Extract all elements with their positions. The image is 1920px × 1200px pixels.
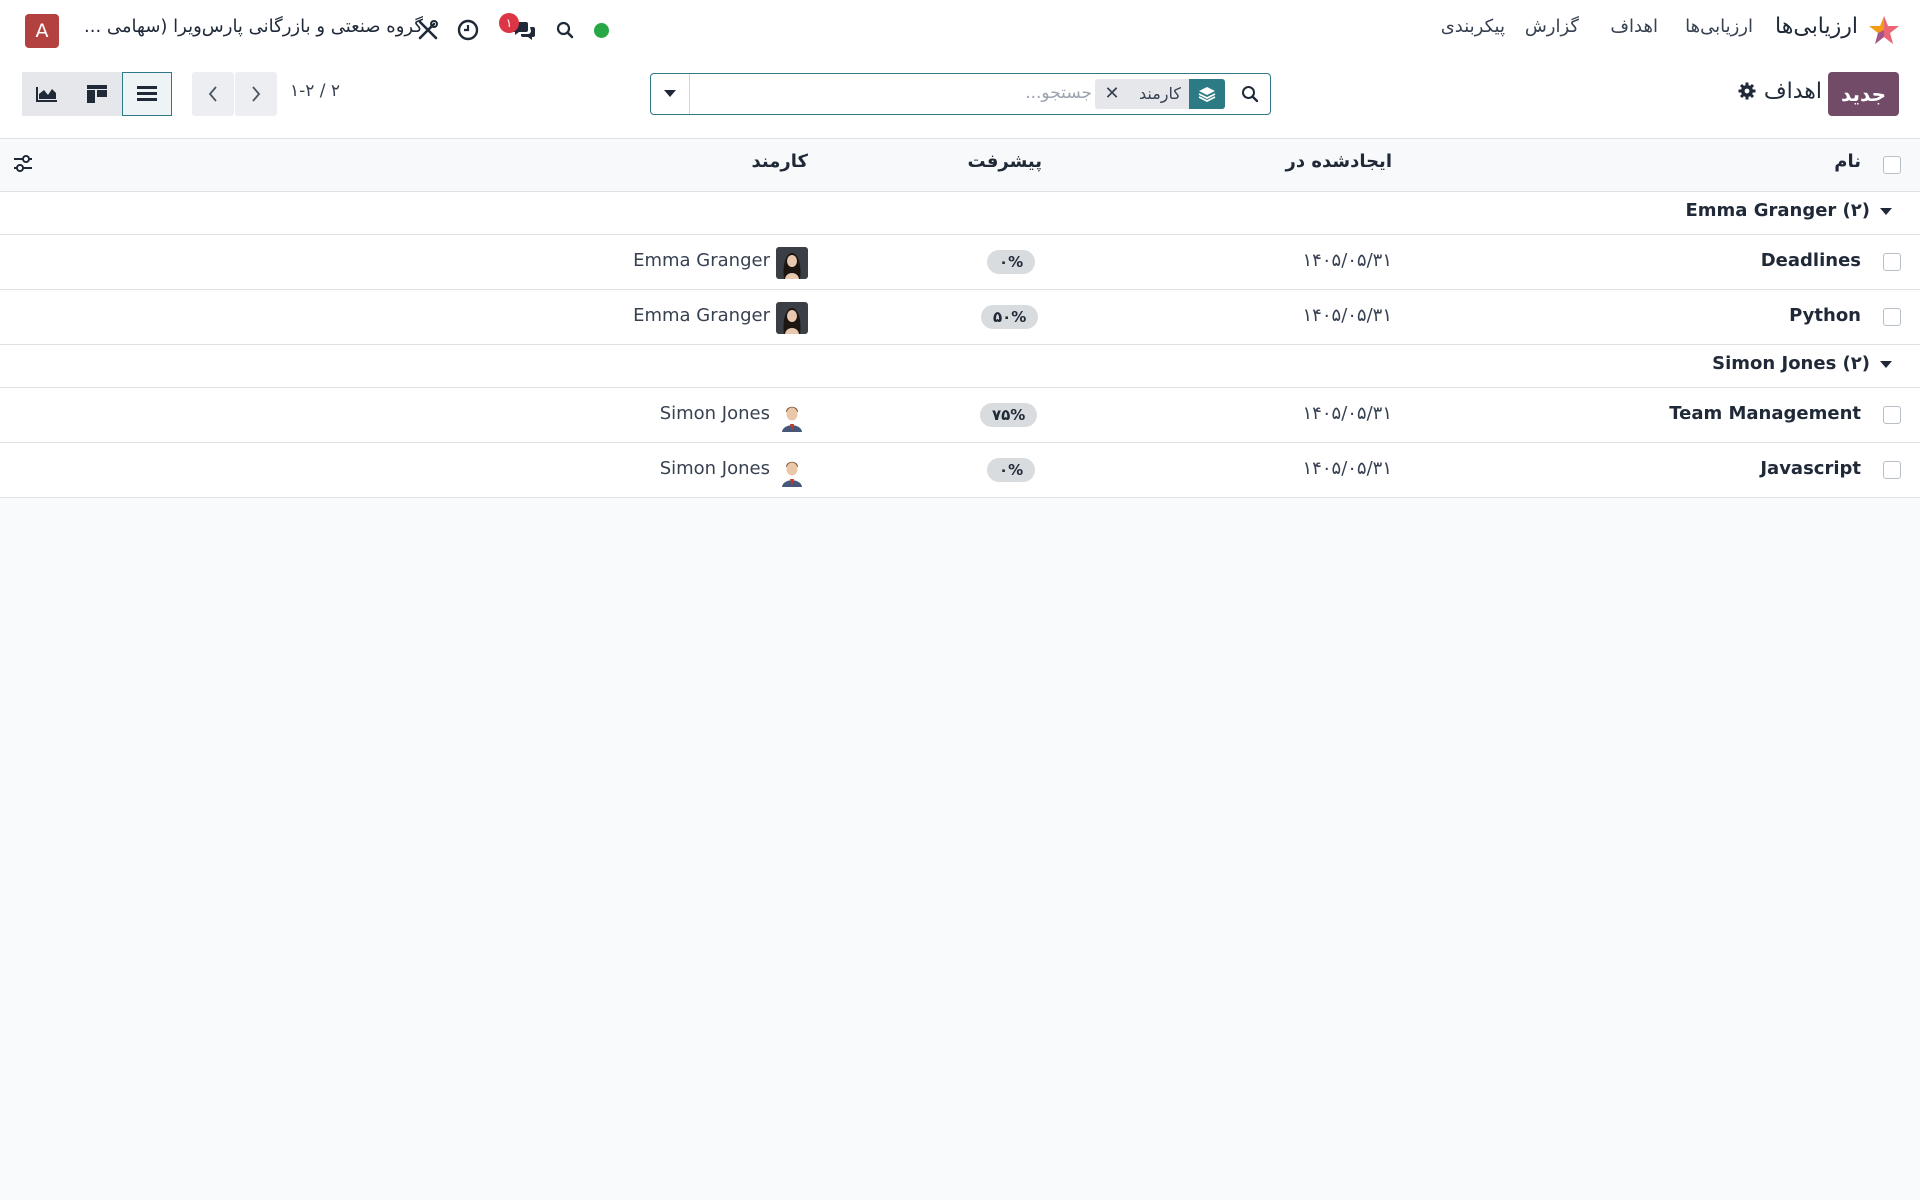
top-navbar: ارزیابی‌ها ارزیابی‌ها اهداف گزارش پیکربن… [0,0,1920,60]
kanban-view-button[interactable] [72,72,122,116]
created-date: ۱۴۰۵/۰۵/۳۱ [1302,458,1392,479]
employee-avatar [776,400,808,432]
gear-icon[interactable] [1738,82,1756,100]
row-checkbox[interactable] [1883,253,1901,271]
caret-down-icon [1880,208,1892,215]
progress-badge: ۰% [987,250,1036,274]
chevron-left-icon [208,86,217,102]
table-row[interactable]: Python ۱۴۰۵/۰۵/۳۱ ۵۰% Emma Granger [0,290,1920,345]
employee-avatar [776,302,808,334]
optional-columns-icon[interactable] [12,153,34,175]
pager-previous-button[interactable] [192,72,234,116]
graph-view-button[interactable] [22,72,72,116]
group-label: Emma Granger (۲) [1685,200,1870,221]
status-indicator-dot [594,23,609,38]
employee-avatar [776,247,808,279]
caret-down-icon [1880,361,1892,368]
created-date: ۱۴۰۵/۰۵/۳۱ [1302,403,1392,424]
column-header-progress[interactable]: پیشرفت [968,151,1042,172]
table-row[interactable]: Team Management ۱۴۰۵/۰۵/۳۱ ۷۵% Simon Jon… [0,388,1920,443]
goal-name: Javascript [1760,458,1861,479]
progress-badge: ۷۵% [980,403,1038,427]
menu-reporting[interactable]: گزارش [1525,16,1579,37]
progress-badge: ۰% [987,458,1036,482]
app-title[interactable]: ارزیابی‌ها [1775,14,1858,39]
created-date: ۱۴۰۵/۰۵/۳۱ [1302,305,1392,326]
chevron-right-icon [252,86,261,102]
table-row[interactable]: Javascript ۱۴۰۵/۰۵/۳۱ ۰% Simon Jones [0,443,1920,498]
column-header-employee[interactable]: کارمند [752,151,808,172]
area-chart-icon [36,87,57,102]
company-switcher[interactable]: گروه صنعتی و بازرگانی پارس‌ویرا (سهامی .… [84,16,423,37]
appraisals-app-icon[interactable] [1868,14,1900,46]
group-label: Simon Jones (۲) [1712,353,1870,374]
menu-goals[interactable]: اهداف [1610,16,1658,37]
facet-label: کارمند [1138,84,1181,103]
select-all-checkbox[interactable] [1883,156,1901,174]
employee-avatar [776,455,808,487]
employee-name: Simon Jones [659,458,770,479]
goal-name: Python [1789,305,1861,326]
created-date: ۱۴۰۵/۰۵/۳۱ [1302,250,1392,271]
search-input[interactable]: جستجو... [1025,83,1092,103]
pager-value[interactable]: ۱-۲ / ۲ [290,81,340,101]
user-avatar[interactable]: A [25,14,59,48]
search-options-toggle[interactable] [651,74,690,114]
group-by-layers-icon [1189,79,1225,109]
messages-count-badge: ۱ [499,13,519,33]
kanban-icon [87,85,107,103]
menu-configuration[interactable]: پیکربندی [1441,16,1505,37]
table-row[interactable]: Deadlines ۱۴۰۵/۰۵/۳۱ ۰% Emma Granger [0,235,1920,290]
remove-facet-icon[interactable]: ✕ [1101,82,1123,106]
progress-badge: ۵۰% [981,305,1039,329]
list-view-button[interactable] [122,72,172,116]
goal-name: Team Management [1669,403,1861,424]
table-header: نام ایجادشده در پیشرفت کارمند [0,139,1920,192]
pager-next-button[interactable] [235,72,277,116]
search-facet: کارمند ✕ [1095,79,1225,109]
list-icon [137,86,157,101]
row-checkbox[interactable] [1883,461,1901,479]
clock-icon[interactable] [454,16,482,44]
goal-name: Deadlines [1760,250,1861,271]
menu-appraisals[interactable]: ارزیابی‌ها [1685,16,1753,37]
row-checkbox[interactable] [1883,406,1901,424]
new-button[interactable]: جدید [1828,72,1899,116]
group-row-simon-jones[interactable]: Simon Jones (۲) [0,345,1920,388]
breadcrumb: اهداف [1763,79,1822,104]
search-bar[interactable]: جستجو... کارمند ✕ [650,73,1271,115]
group-row-emma-granger[interactable]: Emma Granger (۲) [0,192,1920,235]
column-header-name[interactable]: نام [1834,151,1861,172]
employee-name: Emma Granger [633,305,770,326]
row-checkbox[interactable] [1883,308,1901,326]
employee-name: Emma Granger [633,250,770,271]
search-icon[interactable] [551,16,579,44]
search-submit-icon[interactable] [1236,80,1264,108]
column-header-created-on[interactable]: ایجادشده در [1286,151,1393,172]
caret-down-icon [664,90,676,97]
employee-name: Simon Jones [659,403,770,424]
